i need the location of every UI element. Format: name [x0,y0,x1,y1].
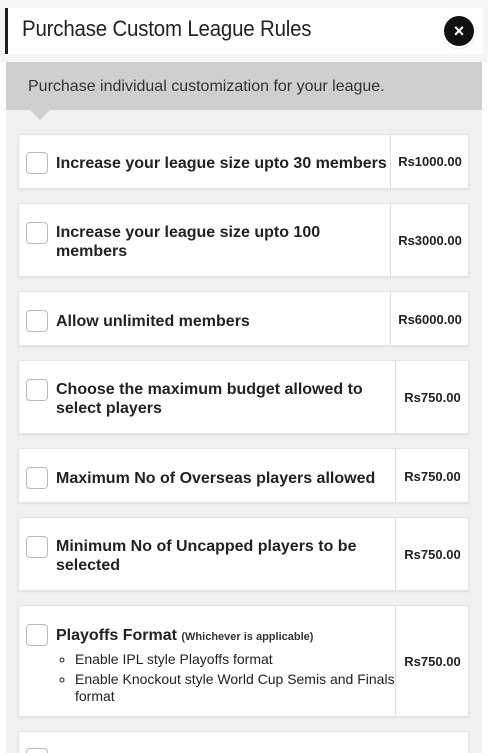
rule-item-league-size-30[interactable]: Increase your league size upto 30 member… [18,134,469,189]
rule-item-max-budget[interactable]: Choose the maximum budget allowed to sel… [18,360,469,434]
close-icon: × [453,21,465,41]
rule-price: Rs1000.00 [398,154,462,169]
rule-checkbox[interactable] [26,222,48,244]
rule-checkbox[interactable] [26,310,48,332]
rule-label: Allow unlimited members [56,313,250,330]
close-button[interactable]: × [444,16,474,46]
rule-price: Rs750.00 [404,390,461,405]
rule-label-main: Playoffs Format [56,627,177,644]
rule-label-note: (Whichever is applicable) [181,631,314,643]
rule-checkbox[interactable] [26,379,48,401]
rule-label: Increase your league size upto 30 member… [56,155,387,172]
playoffs-options-list: Enable IPL style Playoffs format Enable … [55,651,405,708]
rule-price: Rs3000.00 [398,233,462,248]
rule-checkbox[interactable] [26,152,48,174]
rule-label: Increase your league size upto 100 membe… [56,224,321,260]
modal-title: Purchase Custom League Rules [22,16,312,41]
rule-price: Rs750.00 [404,654,461,669]
banner-text: Purchase individual customization for yo… [28,78,385,95]
rule-label: Playoffs Format (Whichever is applicable… [56,626,313,647]
rule-checkbox[interactable] [26,467,48,489]
rule-label: Choose the maximum budget allowed to sel… [56,381,363,417]
rule-checkbox[interactable] [26,624,48,646]
banner-pointer [30,110,50,120]
rule-label: Maximum No of Overseas players allowed [56,470,376,487]
rule-label: Minimum No of Uncapped players to be sel… [56,538,357,574]
rule-price: Rs6000.00 [398,312,462,327]
rule-item-overseas-players[interactable]: Maximum No of Overseas players allowed R… [18,448,469,503]
rule-price: Rs750.00 [404,547,461,562]
purchase-rules-modal: Purchase Custom League Rules × Purchase … [0,0,488,753]
info-banner: Purchase individual customization for yo… [6,62,482,110]
rule-item-unlimited-members[interactable]: Allow unlimited members Rs6000.00 [18,291,469,346]
playoffs-option: Enable Knockout style World Cup Semis an… [75,671,405,705]
rule-checkbox[interactable] [26,748,48,753]
modal-header: Purchase Custom League Rules × [0,0,488,62]
rule-item-uncapped-players[interactable]: Minimum No of Uncapped players to be sel… [18,517,469,591]
modal-title-bar: Purchase Custom League Rules [5,8,483,54]
rule-item-league-size-100[interactable]: Increase your league size upto 100 membe… [18,203,469,277]
playoffs-option: Enable IPL style Playoffs format [75,651,405,668]
rule-checkbox[interactable] [26,536,48,558]
rule-price: Rs750.00 [404,469,461,484]
rule-item-playoffs-format[interactable]: Playoffs Format (Whichever is applicable… [18,605,469,717]
rule-item-partial[interactable] [18,731,469,753]
